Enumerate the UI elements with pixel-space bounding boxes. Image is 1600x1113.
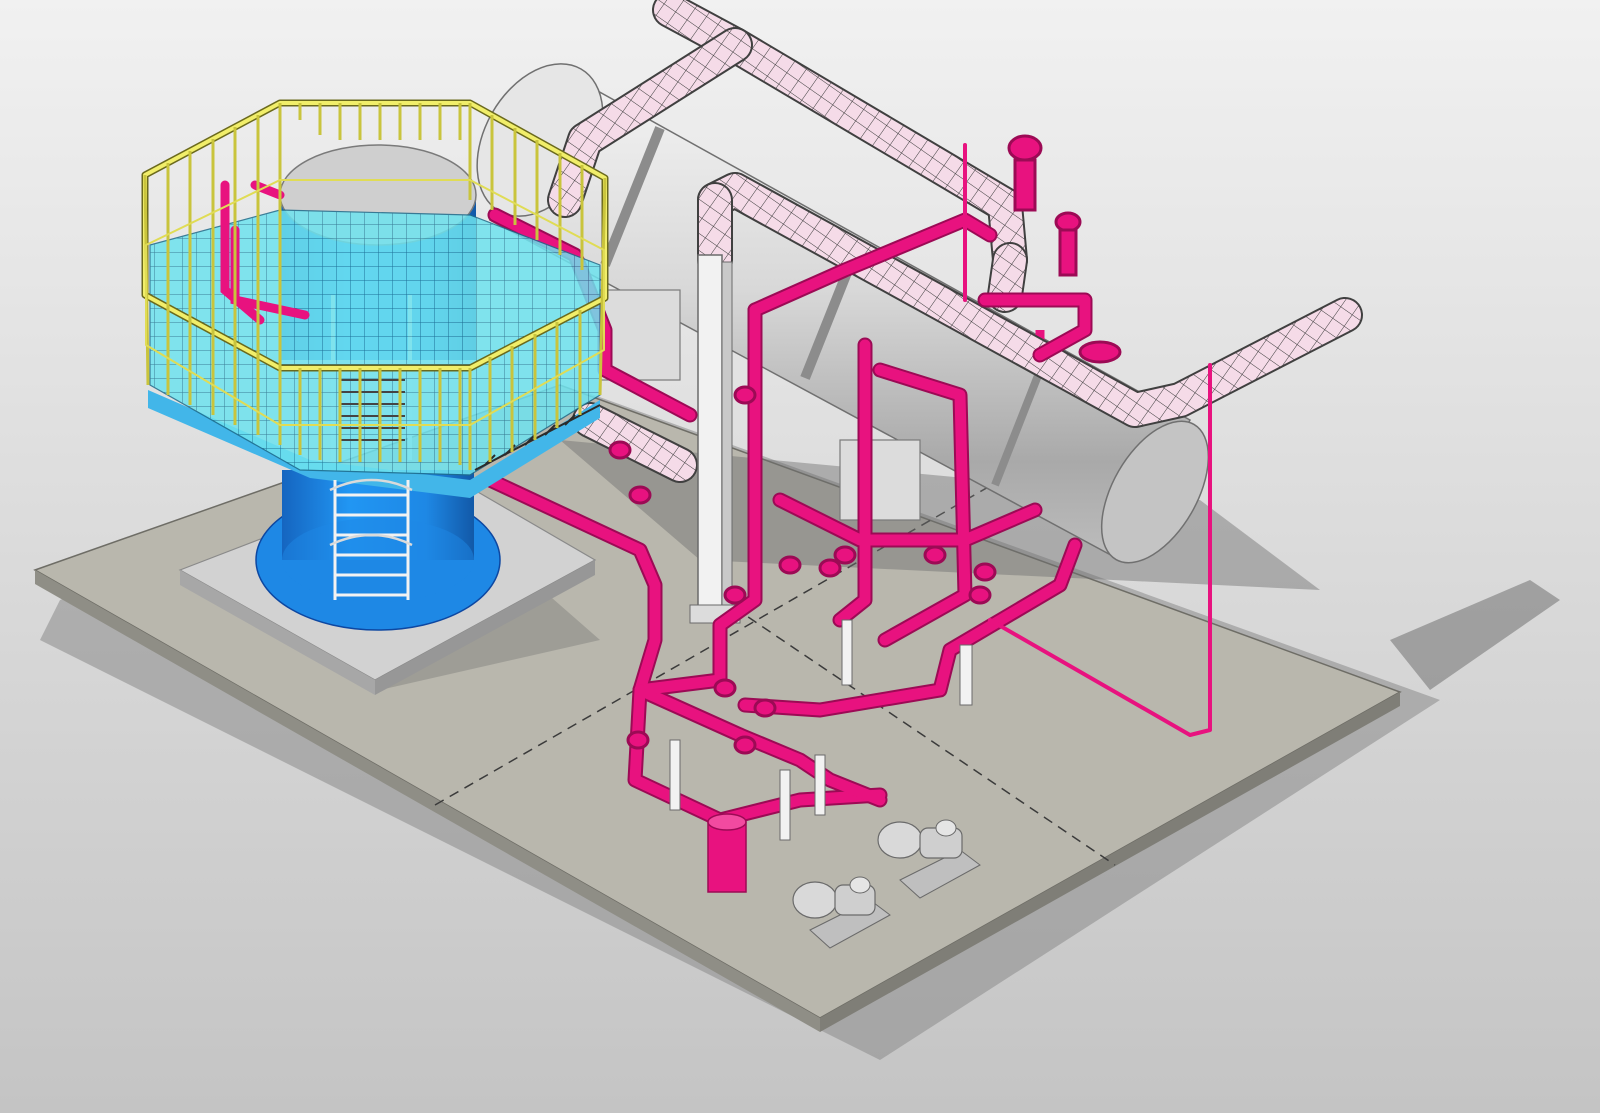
valve-handwheel bbox=[818, 558, 842, 578]
column-flange bbox=[721, 261, 733, 618]
support-post bbox=[959, 644, 973, 706]
valve-handwheel bbox=[923, 545, 947, 565]
valve-disc bbox=[1078, 340, 1122, 364]
support-post bbox=[814, 754, 826, 816]
valve-handwheel bbox=[968, 585, 992, 605]
tank-lower-cap bbox=[282, 518, 474, 602]
pump-motor-cap bbox=[935, 819, 957, 837]
vessel-body bbox=[707, 821, 747, 893]
vessel-top bbox=[707, 813, 747, 831]
valve-handwheel bbox=[753, 698, 777, 718]
valve-body bbox=[1013, 158, 1037, 212]
valve-handwheel bbox=[628, 485, 652, 505]
valve-handwheel bbox=[713, 678, 737, 698]
pump-casing bbox=[877, 821, 923, 859]
valve-handwheel bbox=[1007, 134, 1043, 162]
valve-handwheel bbox=[973, 562, 997, 582]
valve-handwheel bbox=[608, 440, 632, 460]
valve-handwheel bbox=[733, 735, 757, 755]
pump-casing bbox=[792, 881, 838, 919]
valve-nozzle[interactable] bbox=[1054, 211, 1082, 277]
support-post bbox=[841, 619, 853, 686]
drum-saddle-2 bbox=[839, 439, 921, 521]
valve-handwheel bbox=[733, 385, 757, 405]
piping-plant-isometric-model[interactable] bbox=[0, 0, 1600, 1113]
valve-body bbox=[1058, 228, 1078, 277]
valve-handwheel bbox=[778, 555, 802, 575]
support-post bbox=[779, 769, 791, 841]
receiver-vessel[interactable] bbox=[707, 813, 747, 893]
valve-handwheel bbox=[1054, 211, 1082, 233]
model-viewport[interactable] bbox=[0, 0, 1600, 1113]
steel-column[interactable] bbox=[689, 254, 741, 624]
pump-motor-cap bbox=[849, 876, 871, 894]
valve-nozzle-bottom[interactable] bbox=[1078, 340, 1122, 364]
column-web bbox=[697, 254, 723, 616]
valve-top-large[interactable] bbox=[1007, 134, 1043, 212]
valve-handwheel bbox=[626, 730, 650, 750]
valve-handwheel bbox=[723, 585, 747, 605]
support-post bbox=[669, 739, 681, 811]
insulated-elbow bbox=[989, 244, 1026, 311]
valve-handwheel bbox=[833, 545, 857, 565]
